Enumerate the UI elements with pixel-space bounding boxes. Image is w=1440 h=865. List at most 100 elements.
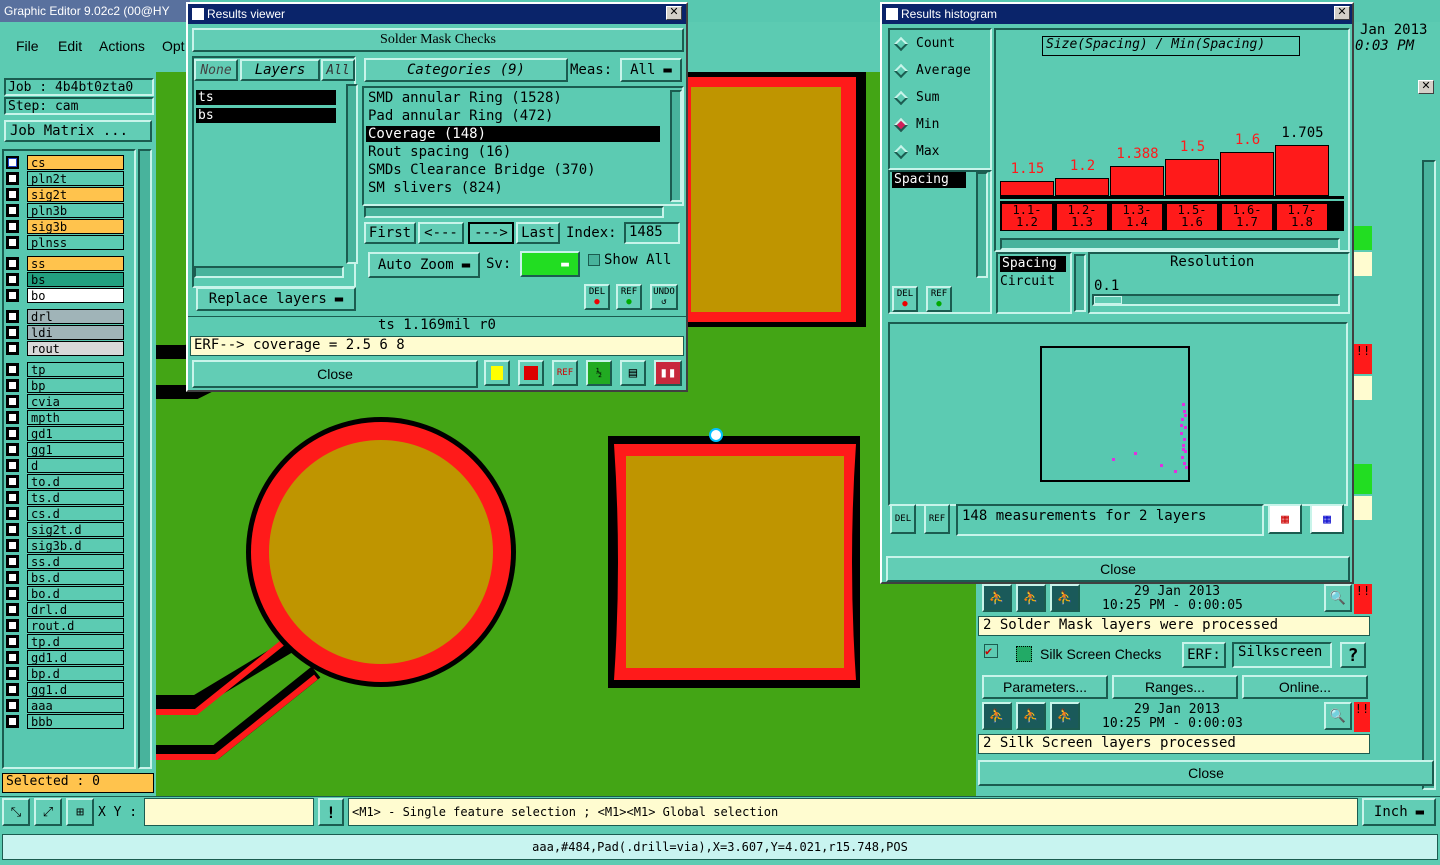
stat-option-sum[interactable]: Sum xyxy=(893,90,939,105)
layer-checkbox[interactable] xyxy=(6,491,19,504)
radio-diamond-icon[interactable] xyxy=(893,117,909,132)
category-item[interactable]: Coverage (148) xyxy=(366,126,660,142)
menu-edit[interactable]: Edit xyxy=(58,38,82,54)
layer-row-gg1[interactable]: gg1 xyxy=(6,442,124,457)
radio-diamond-icon[interactable] xyxy=(893,144,909,159)
zoom-search-icon[interactable]: 🔍 xyxy=(1324,702,1352,730)
xy-input[interactable] xyxy=(144,798,314,826)
del-button-2[interactable]: DEL xyxy=(890,504,916,534)
chart-hscroll[interactable] xyxy=(1000,238,1340,250)
layer-checkbox[interactable] xyxy=(6,475,19,488)
zoom-search-icon[interactable]: 🔍 xyxy=(1324,584,1352,612)
snapshot-icon[interactable] xyxy=(518,360,544,386)
layer-checkbox[interactable] xyxy=(6,220,19,233)
layer-checkbox[interactable] xyxy=(6,699,19,712)
menu-actions[interactable]: Actions xyxy=(99,38,145,54)
layer-row-gg1.d[interactable]: gg1.d xyxy=(6,682,124,697)
layer-checkbox[interactable] xyxy=(6,507,19,520)
checks-close-button[interactable]: Close xyxy=(978,760,1434,786)
first-button[interactable]: First xyxy=(364,222,416,244)
ranges-button[interactable]: Ranges... xyxy=(1112,675,1238,699)
layer-row-ldi[interactable]: ldi xyxy=(6,325,124,340)
field-spacing[interactable]: Spacing xyxy=(1000,256,1066,272)
layer-checkbox[interactable] xyxy=(6,715,19,728)
help-button[interactable]: ? xyxy=(1340,642,1366,668)
field-vscroll[interactable] xyxy=(976,172,988,278)
notes-icon[interactable]: ▤ xyxy=(620,360,646,386)
layer-checkbox[interactable] xyxy=(6,310,19,323)
layer-checkbox[interactable] xyxy=(6,289,19,302)
stat-option-average[interactable]: Average xyxy=(893,63,971,78)
zoom-export-icon[interactable]: ▦ xyxy=(1268,504,1302,534)
grid-icon[interactable]: ⊞ xyxy=(66,798,94,826)
job-matrix-button[interactable]: Job Matrix ... xyxy=(4,120,152,142)
stat-option-count[interactable]: Count xyxy=(893,36,955,51)
prev-button[interactable]: <--- xyxy=(418,222,464,244)
compare-icon[interactable]: ½ xyxy=(586,360,612,386)
layer-row-pln2t[interactable]: pln2t xyxy=(6,171,124,186)
ref-button[interactable]: REF ● xyxy=(616,284,642,310)
menu-options[interactable]: Opt xyxy=(162,38,185,54)
layer-checkbox[interactable] xyxy=(6,443,19,456)
layer-checkbox[interactable] xyxy=(6,204,19,217)
category-item[interactable]: Pad annular Ring (472) xyxy=(366,108,660,124)
layer-row-mpth[interactable]: mpth xyxy=(6,410,124,425)
layer-checkbox[interactable] xyxy=(6,188,19,201)
layer-list-item[interactable]: ts xyxy=(196,90,336,105)
layer-checkbox[interactable] xyxy=(6,172,19,185)
category-item[interactable]: SMD annular Ring (1528) xyxy=(366,90,660,106)
silk-enabled-checkbox[interactable]: ✔ xyxy=(984,644,998,658)
run-icon[interactable]: ⛹ xyxy=(982,584,1012,612)
category-item[interactable]: SMDs Clearance Bridge (370) xyxy=(366,162,660,178)
replace-layers-dropdown[interactable]: Replace layers ▬ xyxy=(196,287,356,311)
layer-row-ss[interactable]: ss xyxy=(6,256,124,271)
none-button[interactable]: None xyxy=(194,59,238,81)
layer-checkbox[interactable] xyxy=(6,603,19,616)
alert-button[interactable]: ! xyxy=(318,798,344,826)
field-circuit[interactable]: Circuit xyxy=(1000,274,1055,289)
stop-icon[interactable]: ⛹ xyxy=(1050,702,1080,730)
right-vscroll[interactable] xyxy=(1422,160,1436,790)
layer-checkbox[interactable] xyxy=(6,326,19,339)
layer-row-plnss[interactable]: plnss xyxy=(6,235,124,250)
show-all-checkbox[interactable] xyxy=(588,254,600,266)
layer-row-cvia[interactable]: cvia xyxy=(6,394,124,409)
layer-checkbox[interactable] xyxy=(6,571,19,584)
layer-row-d[interactable]: d xyxy=(6,458,124,473)
layer-checkbox[interactable] xyxy=(6,379,19,392)
layer-checkbox[interactable] xyxy=(6,411,19,424)
index-input[interactable]: 1485 xyxy=(624,222,680,244)
run-all-icon[interactable]: ⛹ xyxy=(1016,702,1046,730)
layer-row-drl.d[interactable]: drl.d xyxy=(6,602,124,617)
layer-row-aaa[interactable]: aaa xyxy=(6,698,124,713)
stop-icon[interactable]: ⛹ xyxy=(1050,584,1080,612)
layer-checkbox[interactable] xyxy=(6,342,19,355)
last-button[interactable]: Last xyxy=(516,222,560,244)
layer-row-cs[interactable]: cs xyxy=(6,155,124,170)
online-button[interactable]: Online... xyxy=(1242,675,1368,699)
close-icon[interactable]: ✕ xyxy=(1418,80,1434,94)
layer-row-bs[interactable]: bs xyxy=(6,272,124,287)
layer-scrollbar[interactable] xyxy=(138,149,152,769)
layer-checkbox[interactable] xyxy=(6,523,19,536)
auto-zoom-dropdown[interactable]: Auto Zoom ▬ xyxy=(368,252,480,278)
layer-row-bp.d[interactable]: bp.d xyxy=(6,666,124,681)
layer-list-item[interactable]: bs xyxy=(196,108,336,123)
layer-row-rout.d[interactable]: rout.d xyxy=(6,618,124,633)
layer-checkbox[interactable] xyxy=(6,587,19,600)
radio-diamond-icon[interactable] xyxy=(893,36,909,51)
run-all-icon[interactable]: ⛹ xyxy=(1016,584,1046,612)
layer-row-tp[interactable]: tp xyxy=(6,362,124,377)
slider-thumb[interactable] xyxy=(1094,296,1122,304)
category-item[interactable]: Rout spacing (16) xyxy=(366,144,660,160)
stat-option-min[interactable]: Min xyxy=(893,117,939,132)
results-close-button[interactable]: Close xyxy=(192,360,478,388)
category-hscroll[interactable] xyxy=(364,206,664,218)
category-item[interactable]: SM slivers (824) xyxy=(366,180,660,196)
undo-button[interactable]: UNDO ↺ xyxy=(650,284,678,310)
layer-row-drl[interactable]: drl xyxy=(6,309,124,324)
layer-checkbox[interactable] xyxy=(6,459,19,472)
layer-row-rout[interactable]: rout xyxy=(6,341,124,356)
histogram-close-button[interactable]: Close xyxy=(886,556,1350,582)
layer-checkbox[interactable] xyxy=(6,236,19,249)
